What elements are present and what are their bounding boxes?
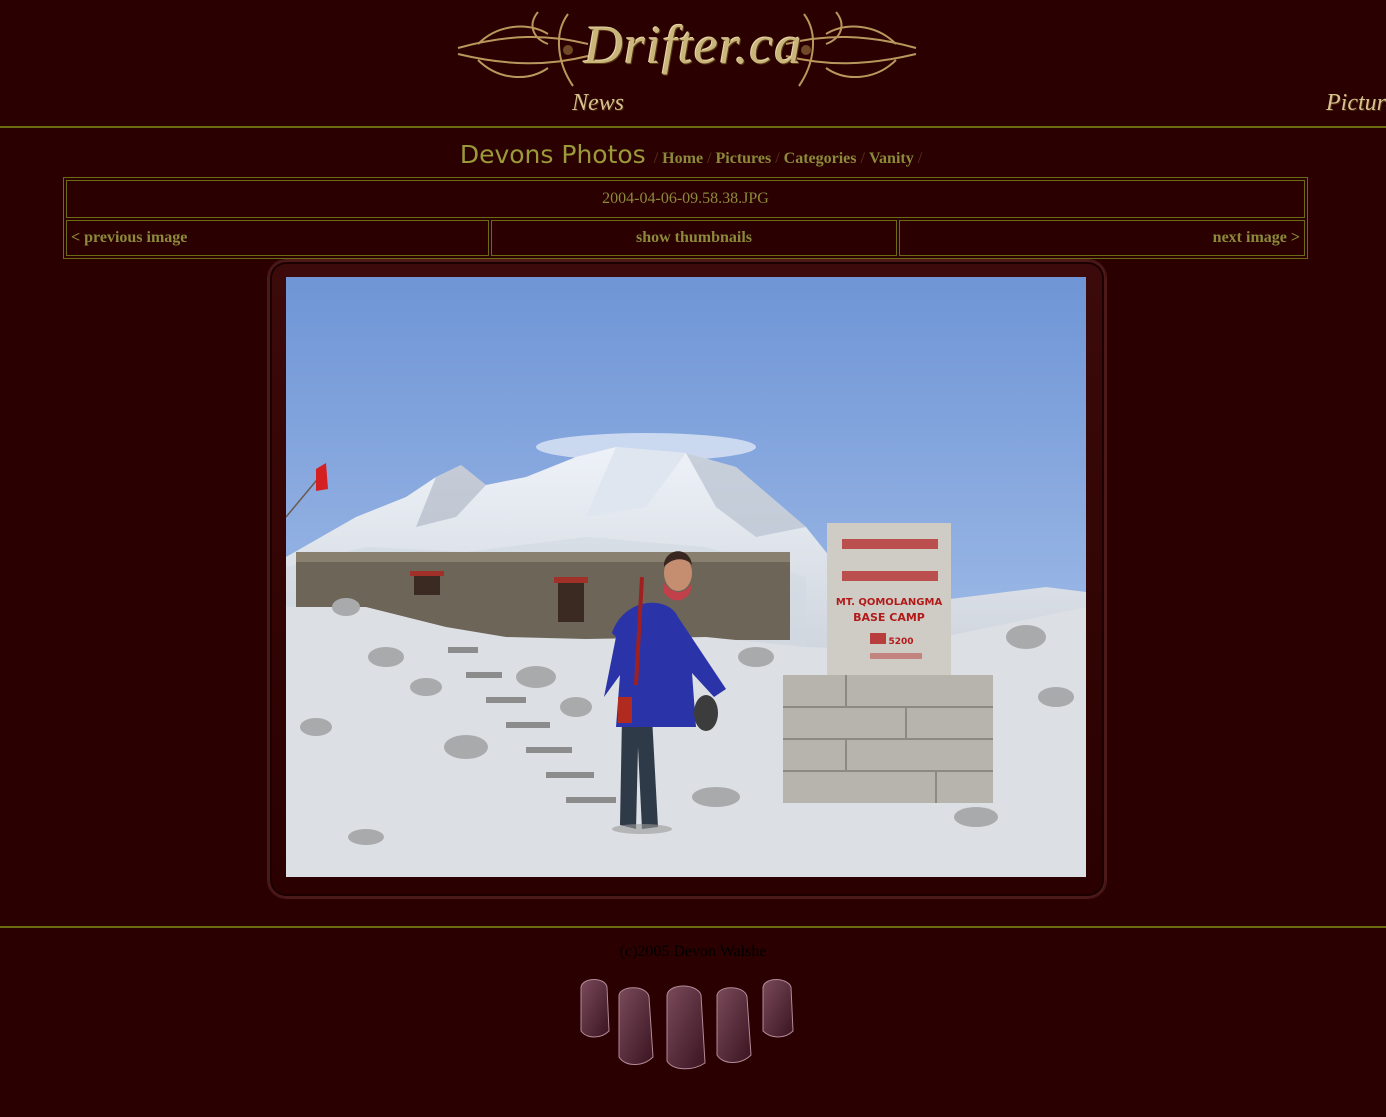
photo-frame: MT. QOMOLANGMA BASE CAMP 5200	[268, 260, 1106, 898]
main-photo[interactable]: MT. QOMOLANGMA BASE CAMP 5200	[286, 277, 1086, 877]
breadcrumb-vanity-link[interactable]: Vanity	[869, 150, 914, 167]
footer-decoration-figures	[580, 979, 794, 1070]
breadcrumb-separator: /	[707, 150, 712, 167]
breadcrumb-separator: /	[917, 150, 923, 167]
previous-arrow-icon: <	[71, 229, 81, 246]
sign-text-line: BASE CAMP	[853, 611, 925, 624]
footer-divider	[0, 926, 1386, 928]
breadcrumb-pictures-link[interactable]: Pictures	[716, 150, 772, 167]
site-header: Drifter.ca News Pictures	[0, 0, 1386, 126]
breadcrumb-separator: /	[775, 150, 780, 167]
sign-text-line: MT. QOMOLANGMA	[836, 597, 943, 608]
breadcrumb-separator: /	[653, 150, 659, 167]
site-title: Devons Photos	[459, 140, 646, 169]
logo-text: Drifter.ca	[584, 15, 803, 75]
show-thumbnails-cell: show thumbnails	[491, 220, 897, 256]
breadcrumb: / Home / Pictures / Categories / Vanity /	[650, 150, 926, 167]
image-filename: 2004-04-06-09.58.38.JPG	[66, 180, 1305, 218]
everest-base-camp-photo: MT. QOMOLANGMA BASE CAMP 5200	[286, 277, 1086, 877]
next-image-link[interactable]: next image >	[1213, 229, 1300, 246]
previous-image-label: previous image	[84, 229, 188, 246]
title-bar: Devons Photos / Home / Pictures / Categories /…	[0, 140, 1386, 169]
header-divider	[0, 126, 1386, 128]
nav-pictures-link[interactable]: Pictures	[1326, 90, 1386, 117]
previous-image-cell: < previous image	[66, 220, 489, 256]
next-image-cell: next image >	[899, 220, 1305, 256]
next-arrow-icon: >	[1290, 229, 1300, 246]
sign-text-line: 5200	[888, 637, 913, 647]
image-info-table: 2004-04-06-09.58.38.JPG < previous image…	[63, 177, 1308, 259]
previous-image-link[interactable]: < previous image	[71, 229, 187, 246]
breadcrumb-home-link[interactable]: Home	[662, 150, 703, 167]
next-image-label: next image	[1212, 229, 1287, 246]
copyright-notice: (c)2005 Devon Walshe	[619, 943, 767, 960]
breadcrumb-separator: /	[860, 150, 865, 167]
breadcrumb-categories-link[interactable]: Categories	[784, 150, 857, 167]
show-thumbnails-link[interactable]: show thumbnails	[636, 229, 752, 246]
nav-news-link[interactable]: News	[572, 90, 624, 117]
